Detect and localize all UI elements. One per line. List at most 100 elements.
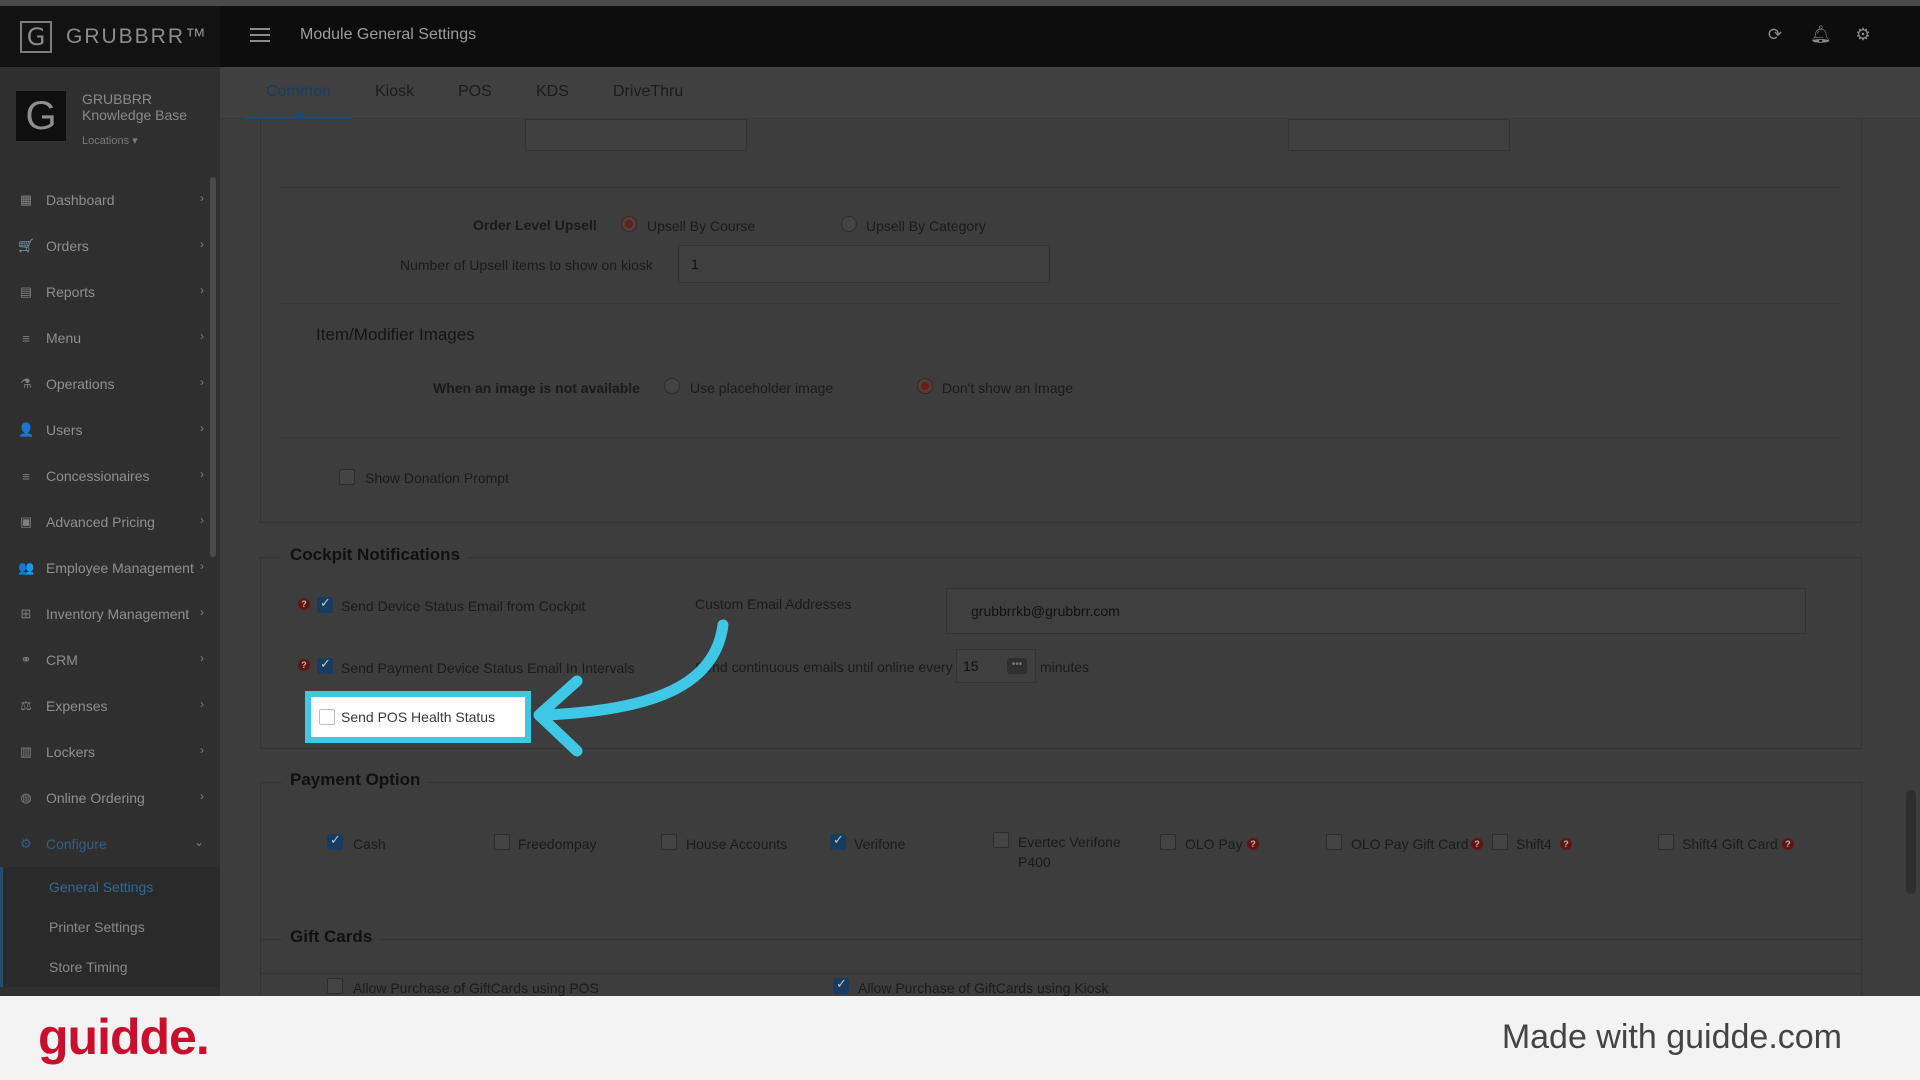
giftcards-kiosk-checkbox[interactable]: [833, 977, 849, 994]
sidebar-item-orders[interactable]: 🛒 Orders ›: [0, 223, 220, 269]
evertec-verifone-label-line2[interactable]: P400: [1018, 854, 1051, 870]
bell-icon[interactable]: 🔔︎: [1810, 26, 1832, 44]
donation-prompt-label[interactable]: Show Donation Prompt: [365, 470, 509, 486]
sidebar-item-crm[interactable]: ⚭ CRM ›: [0, 637, 220, 683]
send-pos-health-status-checkbox[interactable]: [319, 709, 335, 725]
olo-pay-gift-card-label[interactable]: OLO Pay Gift Card: [1351, 836, 1468, 852]
house-accounts-label[interactable]: House Accounts: [686, 836, 787, 852]
money-icon: ▣: [19, 514, 33, 529]
module-tabs: Common Kiosk POS KDS DriveThru: [220, 67, 1920, 119]
evertec-verifone-label[interactable]: Evertec Verifone: [1018, 834, 1121, 850]
giftcards-pos-label[interactable]: Allow Purchase of GiftCards using POS: [353, 980, 599, 996]
gear-icon[interactable]: ⚙: [1854, 26, 1872, 44]
help-icon[interactable]: ?: [298, 659, 310, 671]
sidebar-item-menu[interactable]: ≡ Menu ›: [0, 315, 220, 361]
chevron-right-icon: ›: [200, 191, 204, 205]
donation-prompt-checkbox[interactable]: [339, 469, 355, 485]
sidebar-item-label: Lockers: [46, 744, 96, 760]
payment-device-email-checkbox[interactable]: [317, 657, 333, 674]
evertec-verifone-checkbox[interactable]: [993, 832, 1009, 848]
freedompay-checkbox[interactable]: [494, 834, 510, 850]
cash-checkbox[interactable]: [327, 833, 343, 850]
sidebar-item-operations[interactable]: ⚗ Operations ›: [0, 361, 220, 407]
freedompay-label[interactable]: Freedompay: [518, 836, 597, 852]
sidebar-item-dashboard[interactable]: ▦ Dashboard ›: [0, 177, 220, 223]
chevron-right-icon: ›: [200, 789, 204, 803]
send-pos-health-status-highlight[interactable]: Send POS Health Status: [305, 691, 531, 743]
shift4-label[interactable]: Shift4: [1516, 836, 1552, 852]
org-switcher[interactable]: G GRUBBRR Knowledge Base Locations ▾: [16, 91, 187, 149]
upsell-by-category-label[interactable]: Upsell By Category: [866, 218, 986, 234]
sidebar-item-label: Concessionaires: [46, 468, 150, 484]
device-status-email-checkbox[interactable]: [317, 596, 333, 613]
use-placeholder-radio[interactable]: [664, 378, 680, 394]
giftcards-pos-checkbox[interactable]: [327, 978, 343, 994]
shift4-gift-card-label[interactable]: Shift4 Gift Card: [1682, 836, 1778, 852]
sidebar-item-label: Inventory Management: [46, 606, 190, 622]
submenu-item-store-timing[interactable]: Store Timing: [3, 947, 220, 987]
use-placeholder-label[interactable]: Use placeholder image: [690, 380, 833, 396]
send-pos-health-status-label[interactable]: Send POS Health Status: [341, 709, 495, 725]
page-scrollbar[interactable]: [1906, 790, 1916, 894]
help-icon[interactable]: ?: [298, 598, 310, 610]
sidebar-item-label: Advanced Pricing: [46, 514, 155, 530]
main-content: Common Kiosk POS KDS DriveThru Order Lev…: [220, 67, 1920, 996]
sidebar-item-label: Reports: [46, 284, 96, 300]
org-name-line-2: Knowledge Base: [82, 107, 188, 123]
shift4-checkbox[interactable]: [1492, 834, 1508, 850]
tab-kds[interactable]: KDS: [536, 83, 569, 101]
sidebar-item-advanced-pricing[interactable]: ▣ Advanced Pricing ›: [0, 499, 220, 545]
olo-pay-gift-card-checkbox[interactable]: [1326, 834, 1342, 850]
olo-pay-checkbox[interactable]: [1160, 834, 1176, 850]
submenu-item-general-settings[interactable]: General Settings: [3, 867, 220, 907]
refresh-icon[interactable]: ⟳: [1766, 26, 1784, 44]
brand[interactable]: G GRUBBRR™: [0, 6, 220, 67]
sidebar-item-concessionaires[interactable]: ≡ Concessionaires ›: [0, 453, 220, 499]
sidebar-item-expenses[interactable]: ⚖ Expenses ›: [0, 683, 220, 729]
upsell-by-course-radio[interactable]: [621, 216, 637, 232]
sidebar-item-employee-management[interactable]: 👥 Employee Management ›: [0, 545, 220, 591]
hamburger-menu-icon[interactable]: [250, 28, 270, 42]
textarea-left[interactable]: [525, 119, 747, 151]
sidebar-item-inventory-management[interactable]: ⊞ Inventory Management ›: [0, 591, 220, 637]
help-icon[interactable]: ?: [1782, 838, 1794, 850]
tab-common[interactable]: Common: [266, 83, 331, 101]
sidebar-item-lockers[interactable]: ▥ Lockers ›: [0, 729, 220, 775]
tab-kiosk[interactable]: Kiosk: [375, 83, 414, 101]
cash-label[interactable]: Cash: [353, 836, 386, 852]
top-icons: ⟳ 🔔︎ ⚙: [1766, 26, 1872, 44]
device-status-email-label[interactable]: Send Device Status Email from Cockpit: [341, 598, 585, 614]
textarea-right[interactable]: [1288, 119, 1510, 151]
custom-email-input[interactable]: grubbrrkb@grubbrr.com: [946, 588, 1806, 634]
upsell-by-category-radio[interactable]: [841, 216, 857, 232]
sidebar-scrollbar[interactable]: [210, 177, 216, 557]
sidebar-item-configure[interactable]: ⚙ Configure ⌄: [0, 821, 220, 867]
sidebar-item-users[interactable]: 👤 Users ›: [0, 407, 220, 453]
help-icon[interactable]: ?: [1471, 838, 1483, 850]
help-icon[interactable]: ?: [1560, 838, 1572, 850]
shift4-gift-card-checkbox[interactable]: [1658, 834, 1674, 850]
dont-show-image-radio[interactable]: [917, 378, 933, 394]
sidebar-item-label: Operations: [46, 376, 115, 392]
submenu-item-printer-settings[interactable]: Printer Settings: [3, 907, 220, 947]
upsell-count-input[interactable]: 1: [678, 245, 1050, 283]
olo-pay-label[interactable]: OLO Pay: [1185, 836, 1243, 852]
dont-show-image-label[interactable]: Don't show an Image: [942, 380, 1073, 396]
order-level-upsell-label: Order Level Upsell: [473, 217, 597, 233]
payment-option-title: Payment Option: [282, 770, 429, 790]
verifone-label[interactable]: Verifone: [854, 836, 905, 852]
users-icon: 👤: [18, 422, 35, 437]
locations-dropdown[interactable]: Locations ▾: [82, 133, 187, 149]
house-accounts-checkbox[interactable]: [661, 834, 677, 850]
chevron-down-icon: ⌄: [193, 835, 204, 849]
active-tab-caret: [293, 111, 305, 117]
sidebar-item-online-ordering[interactable]: ◍ Online Ordering ›: [0, 775, 220, 821]
giftcards-kiosk-label[interactable]: Allow Purchase of GiftCards using Kiosk: [858, 980, 1109, 996]
upsell-by-course-label[interactable]: Upsell By Course: [647, 218, 755, 234]
sidebar-item-reports[interactable]: ▤ Reports ›: [0, 269, 220, 315]
tab-pos[interactable]: POS: [458, 83, 492, 101]
help-icon[interactable]: ?: [1247, 838, 1259, 850]
interval-stepper-icon[interactable]: •••: [1007, 658, 1027, 674]
tab-drivethru[interactable]: DriveThru: [613, 83, 683, 101]
verifone-checkbox[interactable]: [830, 833, 846, 850]
